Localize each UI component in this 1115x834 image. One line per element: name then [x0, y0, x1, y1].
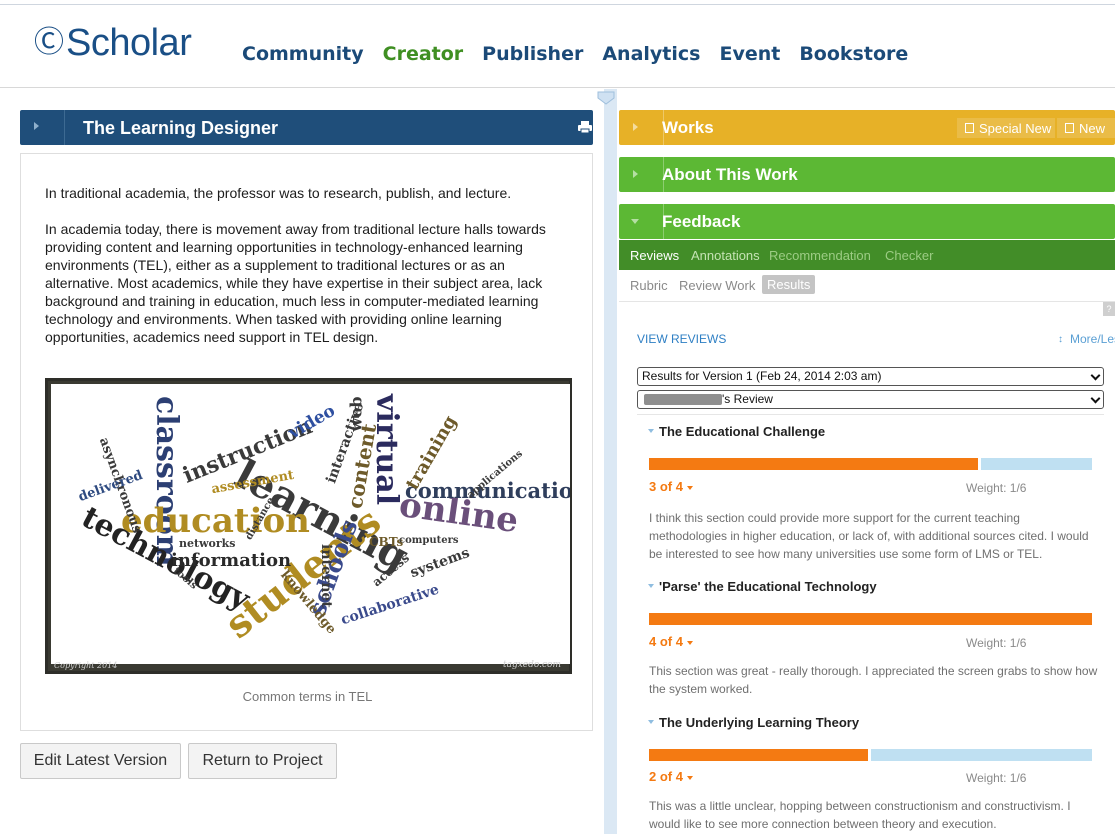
cloud-word: computers [399, 535, 459, 546]
score-bar [649, 458, 1092, 470]
about-this-work-header[interactable]: About This Work [619, 157, 1115, 192]
reviewer-select[interactable]: 's Review [637, 390, 1104, 409]
nav-community[interactable]: Community [242, 43, 364, 65]
nav-event[interactable]: Event [719, 43, 780, 65]
score-fill [649, 613, 1092, 625]
score-dropdown[interactable]: 4 of 4 [649, 634, 693, 649]
weight-label: Weight: 1/6 [966, 636, 1027, 650]
scholar-logo[interactable]: Ⓒ Scholar [34, 22, 192, 64]
expand-arrow-icon[interactable] [633, 170, 638, 178]
tab-reviews[interactable]: Reviews [630, 248, 679, 263]
caret-down-icon [686, 775, 693, 780]
select-divider [637, 414, 1104, 415]
about-this-work-title: About This Work [662, 165, 798, 184]
score-bar [649, 749, 1092, 761]
score-label: 4 of 4 [649, 634, 683, 649]
section-title: The Underlying Learning Theory [659, 715, 860, 730]
help-icon[interactable]: ? [1103, 302, 1115, 316]
review-subtabs: Rubric Review Work Results [619, 270, 1115, 302]
cloud-word: collaborative [339, 581, 441, 629]
cloud-word: internet [318, 544, 334, 608]
review-comment: This section was great - really thorough… [649, 664, 1098, 696]
expand-arrow-icon[interactable] [34, 122, 39, 130]
site-header: Ⓒ Scholar Community Creator Publisher An… [0, 6, 1115, 88]
feedback-tabs: Reviews Annotations Recommendation Check… [619, 240, 1115, 270]
nav-publisher[interactable]: Publisher [482, 43, 583, 65]
tab-annotations[interactable]: Annotations [691, 248, 760, 263]
tab-recommendation[interactable]: Recommendation [769, 248, 871, 263]
tab-checker[interactable]: Checker [885, 248, 933, 263]
learning-designer-title: The Learning Designer [83, 118, 279, 138]
body-paragraph: In academia today, there is movement awa… [45, 221, 546, 345]
version-select[interactable]: Results for Version 1 (Feb 24, 2014 2:03… [637, 367, 1104, 386]
reviewer-select-value: 's Review [722, 392, 773, 406]
review-comment: I think this section could provide more … [649, 511, 1089, 561]
intro-paragraph: In traditional academia, the professor w… [45, 185, 512, 201]
print-icon[interactable] [577, 120, 593, 134]
caret-down-icon [686, 640, 693, 645]
word-cloud: classroom instruction video web virtual … [51, 384, 570, 664]
score-fill [649, 458, 982, 470]
nav-bookstore[interactable]: Bookstore [799, 43, 908, 65]
weight-label: Weight: 1/6 [966, 771, 1027, 785]
nav-analytics[interactable]: Analytics [602, 43, 700, 65]
version-select-value: Results for Version 1 (Feb 24, 2014 2:03… [642, 369, 882, 383]
score-label: 3 of 4 [649, 479, 683, 494]
copyright-label: Copyright 2014 [54, 661, 118, 670]
cloud-word: information [171, 550, 292, 571]
special-new-button[interactable]: Special New [957, 118, 1055, 138]
chevron-down-icon [1090, 393, 1101, 404]
feedback-header[interactable]: Feedback [619, 204, 1115, 239]
document-icon [1065, 123, 1074, 133]
scholar-logo-icon: Ⓒ [34, 25, 64, 60]
header-divider [64, 110, 65, 145]
image-caption: Common terms in TEL [242, 689, 373, 704]
section-collapse-icon[interactable] [648, 720, 654, 724]
splitter-handle-icon[interactable] [597, 91, 615, 105]
learning-designer-header[interactable]: The Learning Designer [20, 110, 593, 145]
pane-splitter[interactable] [604, 89, 617, 834]
return-to-project-button[interactable]: Return to Project [188, 743, 337, 779]
edit-latest-version-button[interactable]: Edit Latest Version [20, 743, 181, 779]
subtab-results[interactable]: Results [762, 275, 816, 294]
document-icon [965, 123, 974, 133]
credit-label: tagxedo.com [502, 660, 561, 670]
section-title: 'Parse' the Educational Technology [659, 579, 877, 594]
score-label: 2 of 4 [649, 769, 683, 784]
main-nav: Community Creator Publisher Analytics Ev… [242, 43, 908, 65]
caret-down-icon [686, 485, 693, 490]
cloud-word: networks [179, 537, 236, 550]
logo-text: Scholar [66, 22, 192, 64]
section-title: The Educational Challenge [659, 424, 826, 439]
collapse-arrow-icon[interactable] [631, 219, 639, 224]
top-rule [0, 0, 1115, 5]
score-bar [649, 613, 1092, 625]
weight-label: Weight: 1/6 [966, 481, 1027, 495]
word-cloud-image: classroom instruction video web virtual … [45, 378, 572, 674]
redacted-name [644, 394, 722, 406]
feedback-title: Feedback [662, 212, 741, 231]
works-title: Works [662, 118, 714, 137]
cloud-word: systems [408, 544, 472, 582]
learning-designer-panel: In traditional academia, the professor w… [20, 153, 593, 731]
score-dropdown[interactable]: 2 of 4 [649, 769, 693, 784]
section-collapse-icon[interactable] [648, 584, 654, 588]
nav-creator[interactable]: Creator [383, 43, 464, 65]
works-header[interactable]: Works Special New New [619, 110, 1115, 145]
chevron-down-icon [1090, 370, 1101, 381]
subtab-review-work[interactable]: Review Work [679, 278, 755, 293]
subtab-rubric[interactable]: Rubric [630, 278, 668, 293]
expand-collapse-icon[interactable]: ↕ [1058, 334, 1063, 345]
new-button[interactable]: New [1057, 118, 1115, 138]
expand-arrow-icon[interactable] [633, 123, 638, 131]
review-comment: This was a little unclear, hopping betwe… [649, 799, 1071, 831]
new-label: New [1079, 120, 1106, 136]
view-reviews-link[interactable]: VIEW REVIEWS [637, 332, 726, 346]
special-new-label: Special New [979, 120, 1052, 136]
cloud-word: CBTs [369, 535, 404, 549]
score-fill [649, 749, 871, 761]
more-less-link[interactable]: More/Less [1070, 332, 1115, 346]
section-collapse-icon[interactable] [648, 429, 654, 433]
score-dropdown[interactable]: 3 of 4 [649, 479, 693, 494]
